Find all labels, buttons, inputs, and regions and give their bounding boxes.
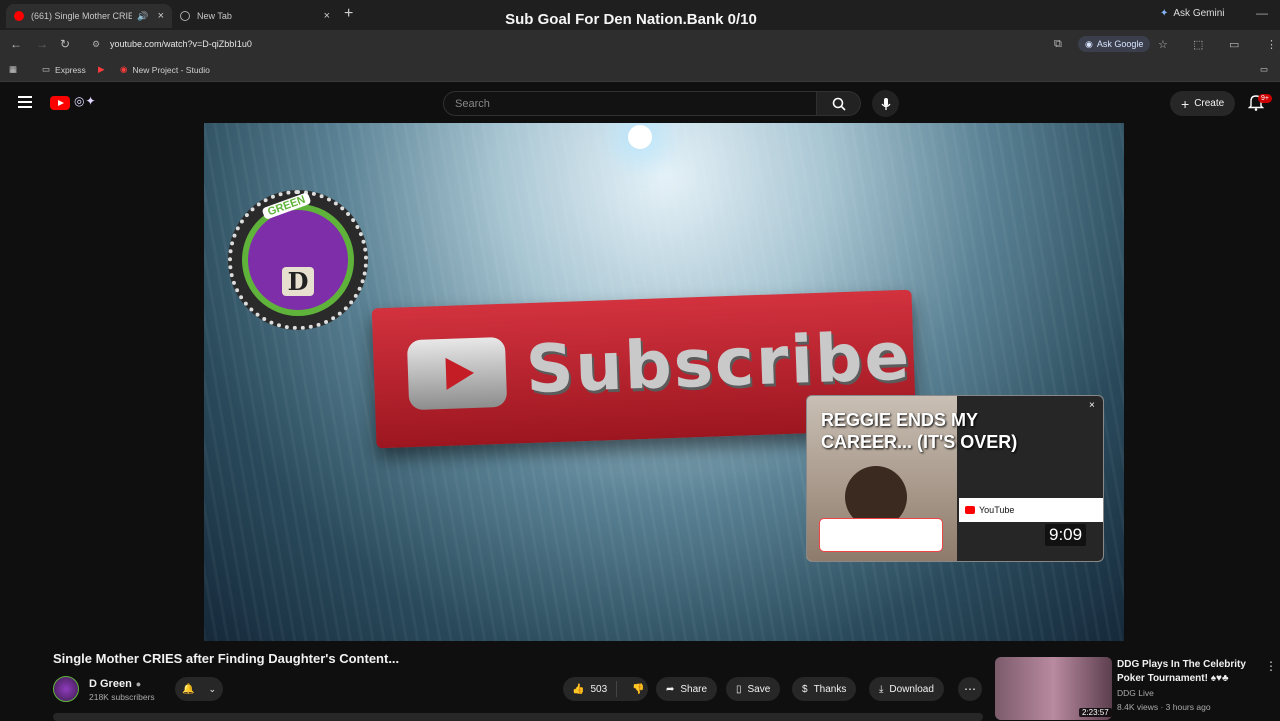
share-label: Share	[680, 683, 708, 695]
recommended-meta: 8.4K views · 3 hours ago	[1117, 702, 1211, 712]
youtube-doodle-icon[interactable]: ◎✦	[74, 94, 97, 108]
dislike-button[interactable]: 👎	[623, 684, 653, 695]
create-button[interactable]: + Create	[1170, 91, 1236, 116]
like-button[interactable]: 👍 503	[563, 681, 618, 697]
bookmark-label: New Project - Studio	[132, 64, 210, 75]
like-dislike-group: 👍 503 👎	[563, 677, 648, 701]
minimize-window-icon[interactable]: —	[1256, 6, 1268, 20]
channel-name: D Green	[89, 678, 132, 690]
more-actions-icon[interactable]: ⋯	[958, 677, 982, 701]
youtube-bookmark-icon[interactable]: ▶	[98, 64, 105, 75]
recommended-title: DDG Plays In The Celebrity Poker Tournam…	[1117, 659, 1246, 684]
cast-icon[interactable]: ⧉	[1054, 38, 1062, 51]
channel-name-link[interactable]: D Green ●	[89, 678, 141, 690]
voice-search-button[interactable]	[872, 90, 899, 117]
share-arrow-icon: ➦	[666, 683, 675, 695]
bookmark-express[interactable]: ▭ Express	[42, 64, 86, 75]
youtube-logo-icon[interactable]	[50, 96, 70, 110]
thumbs-down-icon: 👎	[632, 683, 645, 695]
bell-icon: 🔔	[182, 683, 195, 695]
menu-icon[interactable]: ⋮	[1266, 38, 1277, 51]
endcard-close-icon[interactable]: ×	[1089, 400, 1101, 412]
recommended-channel: DDG Live	[1117, 688, 1154, 698]
site-info-icon[interactable]: ⚙	[92, 39, 102, 49]
chevron-down-icon: ⌄	[208, 683, 216, 694]
like-count: 503	[590, 683, 608, 695]
channel-avatar[interactable]	[53, 676, 79, 702]
save-bookmark-icon: ▯	[736, 683, 742, 695]
search-icon	[832, 97, 846, 111]
hamburger-menu-icon[interactable]	[18, 96, 32, 108]
youtube-mini-icon	[965, 506, 975, 514]
folder-icon: ▭	[42, 64, 51, 74]
stream-overlay-title: Sub Goal For Den Nation.Bank 0/10	[505, 11, 757, 28]
reload-icon[interactable]: ↻	[60, 37, 70, 51]
channel-logo-badge: D GREEN	[228, 190, 368, 330]
subscriber-count: 218K subscribers	[89, 692, 155, 702]
endcard-comment-graphic	[819, 518, 943, 552]
gemini-sparkle-icon: ✦	[1160, 8, 1169, 19]
forward-arrow-icon[interactable]: →	[36, 37, 48, 51]
back-arrow-icon[interactable]: ←	[10, 37, 22, 51]
save-button[interactable]: ▯ Save	[726, 677, 781, 701]
ceiling-light-graphic	[628, 125, 652, 149]
download-icon: ⤓	[879, 683, 884, 695]
thanks-label: Thanks	[813, 683, 847, 695]
endcard-youtube-banner: YouTube	[959, 498, 1103, 522]
verified-check-icon: ●	[135, 679, 142, 689]
ask-gemini-button[interactable]: ✦ Ask Gemini	[1160, 8, 1225, 19]
video-title: Single Mother CRIES after Finding Daught…	[53, 651, 400, 666]
split-view-icon[interactable]: ▭	[1229, 38, 1239, 51]
thanks-icon: $	[802, 683, 808, 695]
all-bookmarks-folder-icon[interactable]: ▭	[1260, 64, 1268, 75]
lens-icon: ◉	[1085, 38, 1093, 49]
bookmarks-bar: ▦ ▭ Express ▶ ◉ New Project - Studio ▭	[0, 58, 1280, 82]
bookmark-star-icon[interactable]: ☆	[1158, 38, 1168, 51]
browser-tab-bar: (661) Single Mother CRIES 🔊 × New Tab × …	[0, 0, 1280, 30]
search-placeholder: Search	[455, 97, 490, 110]
badge-inner-circle: D	[242, 204, 354, 316]
microphone-icon	[880, 97, 891, 110]
endcard-duration: 9:09	[1045, 524, 1087, 546]
studio-icon: ◉	[120, 64, 128, 74]
search-button[interactable]	[817, 91, 861, 116]
thanks-button[interactable]: $ Thanks	[792, 677, 857, 701]
create-label: Create	[1194, 98, 1225, 109]
endcard-title: REGGIE ENDS MY CAREER... (IT'S OVER)	[821, 410, 1018, 452]
save-label: Save	[747, 683, 771, 695]
play-button-icon	[406, 336, 508, 411]
plus-icon: +	[1181, 95, 1190, 112]
bookmark-new-project-studio[interactable]: ◉ New Project - Studio	[120, 64, 210, 75]
url-text: youtube.com/watch?v=D-qiZbbI1u0	[110, 39, 252, 49]
address-bar-row: ← → ↻ ⚙ youtube.com/watch?v=D-qiZbbI1u0 …	[0, 30, 1280, 58]
endscreen-video-card[interactable]: YouTube REGGIE ENDS MY CAREER... (IT'S O…	[806, 395, 1104, 562]
thumbs-up-icon: 👍	[572, 683, 585, 695]
download-label: Download	[889, 683, 934, 695]
youtube-masthead: ◎✦ Search + Create	[0, 83, 1280, 123]
recommended-video[interactable]: 2:23:57 DDG Plays In The Celebrity Poker…	[995, 657, 1280, 720]
recommended-duration: 2:23:57	[1079, 708, 1112, 717]
url-field[interactable]: ⚙ youtube.com/watch?v=D-qiZbbI1u0	[86, 33, 1186, 55]
endcard-brand: YouTube	[979, 505, 1015, 515]
recommended-menu-icon[interactable]: ⋮	[1265, 659, 1277, 673]
video-player[interactable]: D GREEN Subscribe YouTube REGGIE ENDS MY…	[204, 123, 1124, 641]
ask-google-label: Ask Google	[1096, 39, 1144, 49]
ask-gemini-label: Ask Gemini	[1173, 8, 1225, 19]
notification-count-badge: 9+	[1258, 94, 1272, 103]
apps-grid-icon[interactable]: ▦	[9, 64, 17, 75]
search-input[interactable]: Search	[443, 91, 817, 116]
ask-google-button[interactable]: ◉ Ask Google	[1078, 36, 1151, 52]
subscription-notifications-button[interactable]: 🔔 ⌄	[175, 677, 223, 701]
download-button[interactable]: ⤓ Download	[869, 677, 944, 701]
bookmark-label: Express	[55, 64, 86, 75]
share-button[interactable]: ➦ Share	[656, 677, 718, 701]
badge-letter: D	[281, 267, 315, 296]
extensions-icon[interactable]: ⬚	[1193, 38, 1203, 51]
recommended-thumbnail[interactable]: 2:23:57	[995, 657, 1112, 720]
